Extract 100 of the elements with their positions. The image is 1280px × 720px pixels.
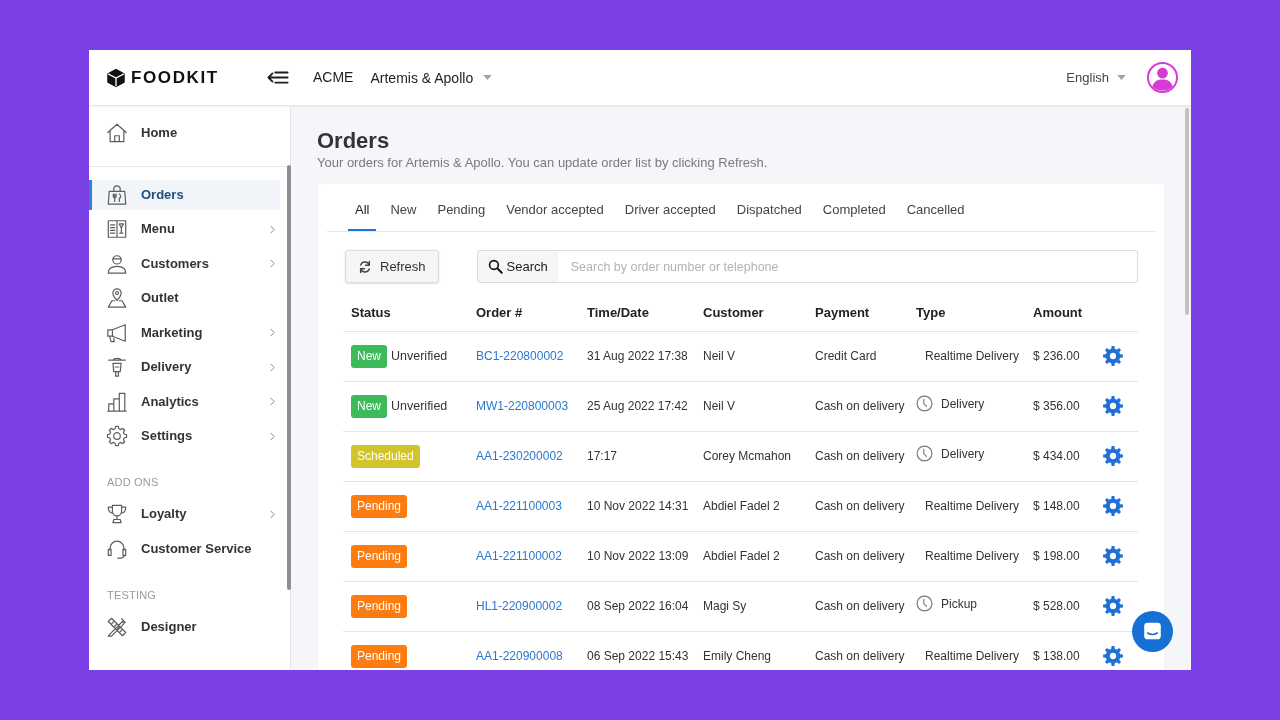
settings-icon[interactable]	[1103, 546, 1123, 566]
order-amount: $ 198.00	[1033, 549, 1080, 563]
filter-tab[interactable]: All	[348, 184, 377, 231]
sidebar-item[interactable]: Customer Service	[89, 533, 280, 564]
payment-method: Cash on delivery	[815, 499, 905, 513]
payment-method: Cash on delivery	[815, 549, 905, 563]
outlet-dropdown[interactable]: Artemis & Apollo	[370, 68, 493, 87]
shopping-bag-icon	[106, 183, 128, 206]
payment-method: Cash on delivery	[815, 449, 905, 463]
customer-name: Neil V	[703, 399, 735, 413]
order-amount: $ 138.00	[1033, 649, 1080, 663]
company-name: ACME	[313, 68, 354, 87]
order-number-link[interactable]: AA1-221100003	[476, 499, 562, 513]
order-type: Realtime Delivery	[924, 648, 1020, 665]
status-badge: Pending	[351, 594, 408, 618]
column-header: Amount	[1025, 295, 1095, 331]
sidebar-item[interactable]: Home	[89, 118, 280, 148]
filter-tab[interactable]: Pending	[430, 184, 493, 231]
menu-collapse-icon[interactable]	[267, 71, 289, 84]
filter-tab[interactable]: New	[383, 184, 424, 231]
customer-name: Emily Cheng	[703, 649, 772, 663]
payment-method: Credit Card	[815, 349, 877, 363]
status-badge: New	[351, 344, 387, 368]
order-amount: $ 528.00	[1033, 599, 1080, 613]
search-button[interactable]: Search	[476, 250, 559, 283]
customer-name: Magi Sy	[703, 599, 747, 613]
sidebar-item[interactable]: Orders	[89, 179, 280, 210]
section-heading: TESTING	[106, 587, 158, 603]
settings-icon[interactable]	[1103, 446, 1123, 466]
refresh-button[interactable]: Refresh	[345, 250, 439, 283]
sidebar-item[interactable]: Marketing	[89, 317, 280, 348]
settings-icon	[106, 425, 128, 447]
customer-name: Corey Mcmahon	[703, 449, 792, 463]
order-time: 31 Aug 2022 17:38	[587, 349, 688, 363]
search-field[interactable]: Search by order number or telephone	[557, 250, 1138, 283]
filter-tab[interactable]: Vendor accepted	[499, 184, 611, 231]
sidebar-item[interactable]: Designer	[89, 611, 280, 642]
column-header: Time/Date	[579, 295, 695, 331]
cube-logo-icon	[106, 67, 126, 88]
status-badge: Pending	[351, 644, 408, 668]
filter-tab[interactable]: Dispatched	[729, 184, 809, 231]
order-time: 10 Nov 2022 14:31	[587, 499, 689, 513]
status-badge: Scheduled	[351, 444, 420, 468]
verification-text: Unverified	[391, 348, 448, 363]
megaphone-icon	[106, 321, 128, 344]
settings-icon[interactable]	[1103, 496, 1123, 516]
settings-icon[interactable]	[1103, 396, 1123, 416]
order-type: Realtime Delivery	[924, 498, 1020, 515]
caret-icon	[1117, 75, 1126, 80]
brand-name: FOODKIT	[131, 67, 219, 88]
search-icon	[487, 259, 503, 274]
sidebar-item[interactable]: Delivery	[89, 352, 280, 382]
order-time: 17:17	[587, 449, 618, 463]
person-icon	[106, 252, 128, 275]
sidebar-item[interactable]: Analytics	[89, 386, 280, 417]
caret-icon	[483, 75, 493, 80]
order-number-link[interactable]: MW1-220800003	[476, 399, 569, 413]
pencil-ruler-icon	[106, 615, 128, 638]
order-time: 06 Sep 2022 15:43	[587, 649, 689, 663]
settings-icon[interactable]	[1103, 346, 1123, 366]
filter-tab[interactable]: Completed	[815, 184, 893, 231]
order-number-link[interactable]: BC1-220800002	[476, 349, 564, 363]
scooter-icon	[106, 356, 128, 378]
scrollbar-thumb[interactable]	[1185, 108, 1189, 315]
page-title: Orders	[317, 128, 391, 154]
column-header: Order #	[468, 295, 579, 331]
customer-name: Abdiel Fadel 2	[703, 549, 780, 563]
order-number-link[interactable]: AA1-221100002	[476, 549, 562, 563]
settings-icon[interactable]	[1103, 596, 1123, 616]
avatar-icon[interactable]	[1147, 62, 1178, 93]
home-icon	[106, 122, 128, 144]
sidebar-item[interactable]: Outlet	[89, 283, 280, 313]
page-subtitle: Your orders for Artemis & Apollo. You can update order list by clicking Refresh.	[317, 154, 769, 172]
sidebar-item[interactable]: Menu	[89, 214, 280, 244]
order-number-link[interactable]: AA1-220900008	[476, 649, 563, 663]
order-amount: $ 148.00	[1033, 499, 1080, 513]
order-time: 10 Nov 2022 13:09	[587, 549, 689, 563]
settings-icon[interactable]	[1103, 646, 1123, 666]
language-dropdown[interactable]: English	[1066, 68, 1126, 87]
payment-method: Cash on delivery	[815, 599, 905, 613]
order-amount: $ 434.00	[1033, 449, 1080, 463]
order-number-link[interactable]: HL1-220900002	[476, 599, 563, 613]
trophy-icon	[106, 503, 128, 525]
order-amount: $ 356.00	[1033, 399, 1080, 413]
order-type: Delivery	[941, 395, 985, 413]
order-number-link[interactable]: AA1-230200002	[476, 449, 563, 463]
column-header: Customer	[695, 295, 807, 331]
customer-name: Abdiel Fadel 2	[703, 499, 780, 513]
order-type: Realtime Delivery	[924, 548, 1020, 565]
order-time: 25 Aug 2022 17:42	[587, 399, 688, 413]
sidebar-item[interactable]: Loyalty	[89, 499, 280, 529]
filter-tab[interactable]: Driver accepted	[617, 184, 723, 231]
column-header: Payment	[807, 295, 908, 331]
status-badge: Pending	[351, 544, 408, 568]
sidebar-item[interactable]: Settings	[89, 421, 280, 451]
order-time: 08 Sep 2022 16:04	[587, 599, 689, 613]
chat-icon[interactable]	[1132, 611, 1173, 652]
filter-tab[interactable]: Cancelled	[899, 184, 972, 231]
scrollbar-thumb[interactable]	[287, 165, 291, 590]
sidebar-item[interactable]: Customers	[89, 248, 280, 279]
